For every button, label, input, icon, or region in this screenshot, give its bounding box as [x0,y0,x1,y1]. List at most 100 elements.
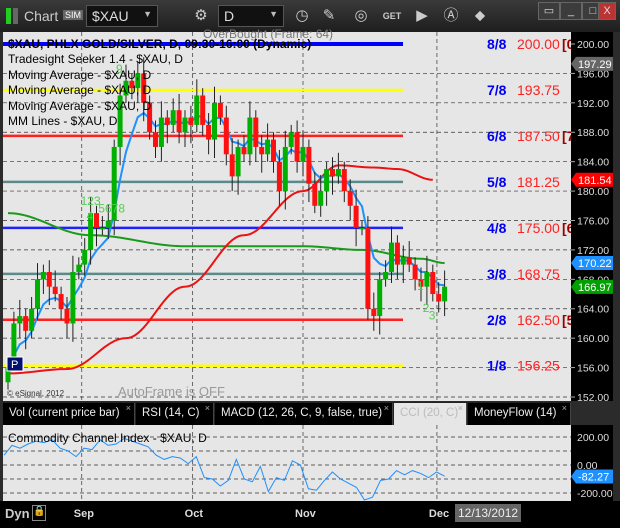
candle-body [436,294,442,302]
axis-tick-label: 160.00 [577,333,609,345]
candle-body [330,169,335,177]
mm-line-label: 3/8 [487,266,507,282]
candle-body [300,146,306,162]
candle-body [335,169,341,177]
tab-moneyflow[interactable]: MoneyFlow (14) × [468,403,571,425]
close-tab-icon[interactable]: × [384,403,389,413]
study-icon[interactable]: ◎ [351,6,371,26]
restore-button[interactable]: ▭ [538,2,560,20]
study-label[interactable]: Tradesight Seeker 1.4 - $XAU, D [8,52,183,68]
cci-panel[interactable]: Commodity Channel Index - $XAU, D [3,425,571,501]
time-axis[interactable]: Dyn 🔒 Sep Oct Nov Dec 12/13/2012 [0,501,620,528]
close-tab-icon[interactable]: × [458,403,463,413]
candle-body [46,271,52,287]
candle-body [389,242,394,272]
study-list: Tradesight Seeker 1.4 - $XAU, D Moving Av… [8,52,183,130]
candle-body [365,227,371,309]
price-tag-label: 181.54 [578,175,612,187]
interval-combo[interactable]: D ▼ [218,5,284,27]
candle-body [377,279,383,317]
candle-body [241,146,247,155]
price-tag-label: 197.29 [578,59,612,71]
pencil-icon[interactable]: ✎ [319,6,339,26]
mm-line-label: 7/8 [487,82,507,98]
play-icon[interactable]: ▶ [412,6,432,26]
axis-tick-label: 176.00 [577,215,609,227]
symbol-combo[interactable]: $XAU ▼ [86,5,158,27]
lock-icon[interactable]: 🔒 [32,505,46,521]
tab-rsi[interactable]: RSI (14, C) × [136,403,214,425]
mm-line-label: 8/8 [487,36,507,52]
candle-body [76,264,82,272]
mm-line-value: 168.75 [517,266,560,282]
candle-body [400,257,406,265]
tab-macd[interactable]: MACD (12, 26, C, 9, false, true) × [215,403,393,425]
seeker-count-label: 4 [87,209,94,223]
a-icon[interactable]: Ⓐ [441,6,461,26]
candle-body [29,308,35,331]
gear-icon[interactable]: ⚙ [191,6,211,26]
copyright: © eSignal, 2012 [7,389,65,398]
candle-body [52,286,58,295]
x-axis-label: Oct [184,508,203,520]
candle-body [99,227,105,230]
candle-body [371,308,377,317]
price-tag-label: 166.97 [578,282,612,294]
get-icon[interactable]: GET [382,6,402,26]
candle-body [153,132,158,147]
mm-line-value: 181.25 [517,174,560,190]
axis-tick-label: 156.00 [577,363,609,375]
clock-icon[interactable]: ◷ [292,6,312,26]
study-label[interactable]: Moving Average - $XAU, D [8,68,183,84]
study-tabs: Vol (current price bar) × RSI (14, C) × MACD… [3,402,571,425]
candle-body [294,132,300,162]
chart-logo-icon-2 [13,8,18,24]
close-button[interactable]: X [598,2,616,20]
candle-body [353,205,359,228]
axis-tick-label: 192.00 [577,98,609,110]
minimize-button[interactable]: _ [560,2,582,20]
candle-body [105,220,111,228]
price-axis-svg: 200.00196.00192.00188.00184.00180.00176.… [571,39,613,401]
tab-vol[interactable]: Vol (current price bar) × [3,403,135,425]
tab-cci[interactable]: CCI (20, C) × [394,403,467,425]
candle-body [35,279,40,309]
close-tab-icon[interactable]: × [205,403,210,413]
chevron-down-icon: ▼ [143,9,152,19]
candle-body [11,323,17,361]
mm-line-value: 162.50 [517,312,560,328]
study-label[interactable]: Moving Average - $XAU, D [8,99,183,115]
study-label[interactable]: Moving Average - $XAU, D [8,83,183,99]
price-chart[interactable]: 8/8 200.00 [0 7/8 193.75 6/8 187.50 [7 5/8 181.25… [3,27,575,401]
seeker-count-label: 1 [417,279,424,293]
candle-body [412,264,418,280]
candle-body [312,183,318,206]
candle-body [40,271,46,280]
candle-body [58,294,64,309]
candle-body [318,191,324,206]
candle-body [188,117,194,125]
axis-tick-label: 172.00 [577,245,609,257]
close-tab-icon[interactable]: × [126,403,131,413]
candle-body [23,316,29,331]
candle-body [253,117,259,147]
candle-body [223,117,229,155]
candle-body [200,95,206,125]
candle-body [82,249,88,265]
seeker-count-label: 5678 [98,201,125,215]
study-label[interactable]: MM Lines - $XAU, D [8,114,183,130]
candle-body [17,316,23,324]
price-tag-label: 170.22 [578,258,612,270]
candle-body [182,117,188,133]
mm-line-value: 200.00 [517,36,560,52]
candle-body [64,308,70,324]
link-icon[interactable]: ⬥ [470,6,490,26]
tab-label: RSI (14, C) [142,407,200,419]
close-tab-icon[interactable]: × [562,403,567,413]
cci-tick-label: -200.00 [577,488,613,500]
x-axis-label: Nov [295,508,316,520]
cci-tick-label: 200.00 [577,432,609,444]
candle-body [235,146,241,177]
chart-logo-icon [6,8,11,24]
price-axis[interactable]: 200.00 196.00 192.00 188.00 184.00 180.00 176.… [571,32,613,401]
